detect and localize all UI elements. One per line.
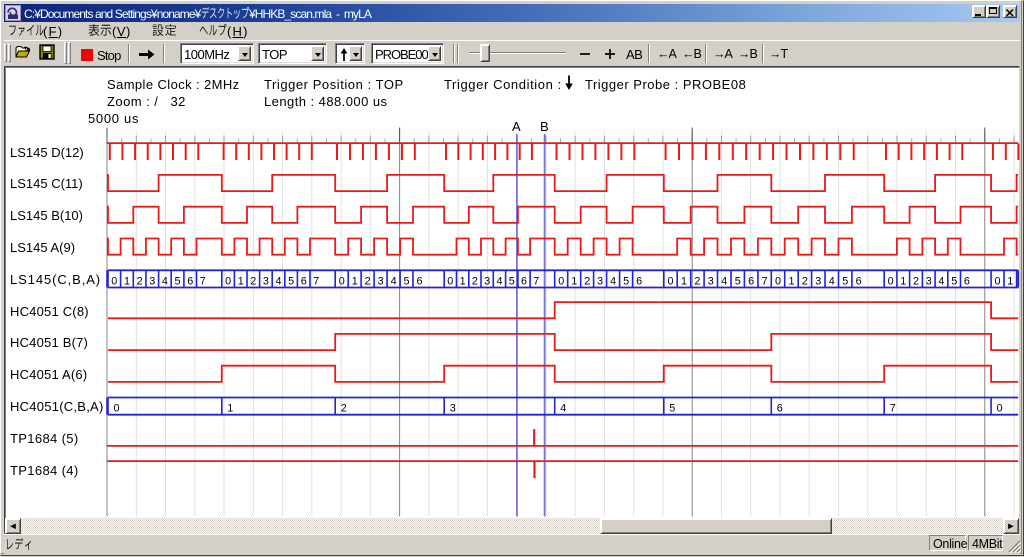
svg-text:0: 0: [339, 276, 345, 288]
svg-text:0: 0: [225, 276, 231, 288]
svg-text:4: 4: [560, 402, 566, 414]
svg-text:2: 2: [365, 276, 371, 288]
svg-text:2: 2: [250, 276, 256, 288]
svg-text:5: 5: [288, 276, 294, 288]
svg-text:5: 5: [509, 276, 515, 288]
svg-text:1: 1: [1007, 276, 1013, 288]
svg-text:3: 3: [484, 276, 490, 288]
svg-text:1: 1: [227, 402, 233, 414]
svg-text:6: 6: [636, 276, 642, 288]
svg-text:5: 5: [623, 276, 629, 288]
svg-text:2: 2: [137, 276, 143, 288]
svg-text:0: 0: [994, 276, 1000, 288]
svg-text:6: 6: [416, 276, 422, 288]
svg-text:7: 7: [533, 276, 539, 288]
svg-text:4: 4: [829, 276, 835, 288]
svg-text:7: 7: [762, 276, 768, 288]
svg-text:6: 6: [301, 276, 307, 288]
svg-text:1: 1: [900, 276, 906, 288]
svg-text:6: 6: [748, 276, 754, 288]
svg-text:5: 5: [669, 402, 675, 414]
svg-text:5: 5: [735, 276, 741, 288]
svg-text:0: 0: [114, 402, 120, 414]
svg-text:4: 4: [938, 276, 944, 288]
svg-text:3: 3: [149, 276, 155, 288]
svg-text:5: 5: [842, 276, 848, 288]
svg-text:2: 2: [913, 276, 919, 288]
svg-text:4: 4: [275, 276, 281, 288]
svg-text:3: 3: [597, 276, 603, 288]
svg-text:7: 7: [890, 402, 896, 414]
svg-text:1: 1: [460, 276, 466, 288]
svg-text:1: 1: [788, 276, 794, 288]
svg-text:6: 6: [521, 276, 527, 288]
svg-text:4: 4: [610, 276, 616, 288]
svg-text:3: 3: [263, 276, 269, 288]
svg-text:2: 2: [472, 276, 478, 288]
svg-text:2: 2: [584, 276, 590, 288]
svg-text:0: 0: [775, 276, 781, 288]
svg-text:5: 5: [174, 276, 180, 288]
svg-text:3: 3: [926, 276, 932, 288]
svg-text:1: 1: [124, 276, 130, 288]
svg-text:2: 2: [341, 402, 347, 414]
svg-text:3: 3: [815, 276, 821, 288]
svg-text:0: 0: [997, 402, 1003, 414]
svg-text:3: 3: [708, 276, 714, 288]
svg-text:4: 4: [391, 276, 397, 288]
svg-text:0: 0: [558, 276, 564, 288]
svg-text:5: 5: [951, 276, 957, 288]
svg-text:1: 1: [681, 276, 687, 288]
svg-text:1: 1: [352, 276, 358, 288]
svg-text:2: 2: [802, 276, 808, 288]
svg-text:5: 5: [403, 276, 409, 288]
svg-text:3: 3: [378, 276, 384, 288]
svg-text:1: 1: [238, 276, 244, 288]
svg-text:7: 7: [313, 276, 319, 288]
svg-text:0: 0: [667, 276, 673, 288]
svg-text:4: 4: [496, 276, 502, 288]
svg-text:3: 3: [450, 402, 456, 414]
svg-text:0: 0: [111, 276, 117, 288]
svg-text:6: 6: [856, 276, 862, 288]
svg-text:2: 2: [694, 276, 700, 288]
svg-text:6: 6: [777, 402, 783, 414]
svg-text:0: 0: [888, 276, 894, 288]
svg-text:6: 6: [187, 276, 193, 288]
svg-text:4: 4: [162, 276, 168, 288]
svg-text:6: 6: [964, 276, 970, 288]
svg-text:7: 7: [200, 276, 206, 288]
svg-text:0: 0: [447, 276, 453, 288]
svg-text:1: 1: [571, 276, 577, 288]
svg-text:4: 4: [721, 276, 727, 288]
